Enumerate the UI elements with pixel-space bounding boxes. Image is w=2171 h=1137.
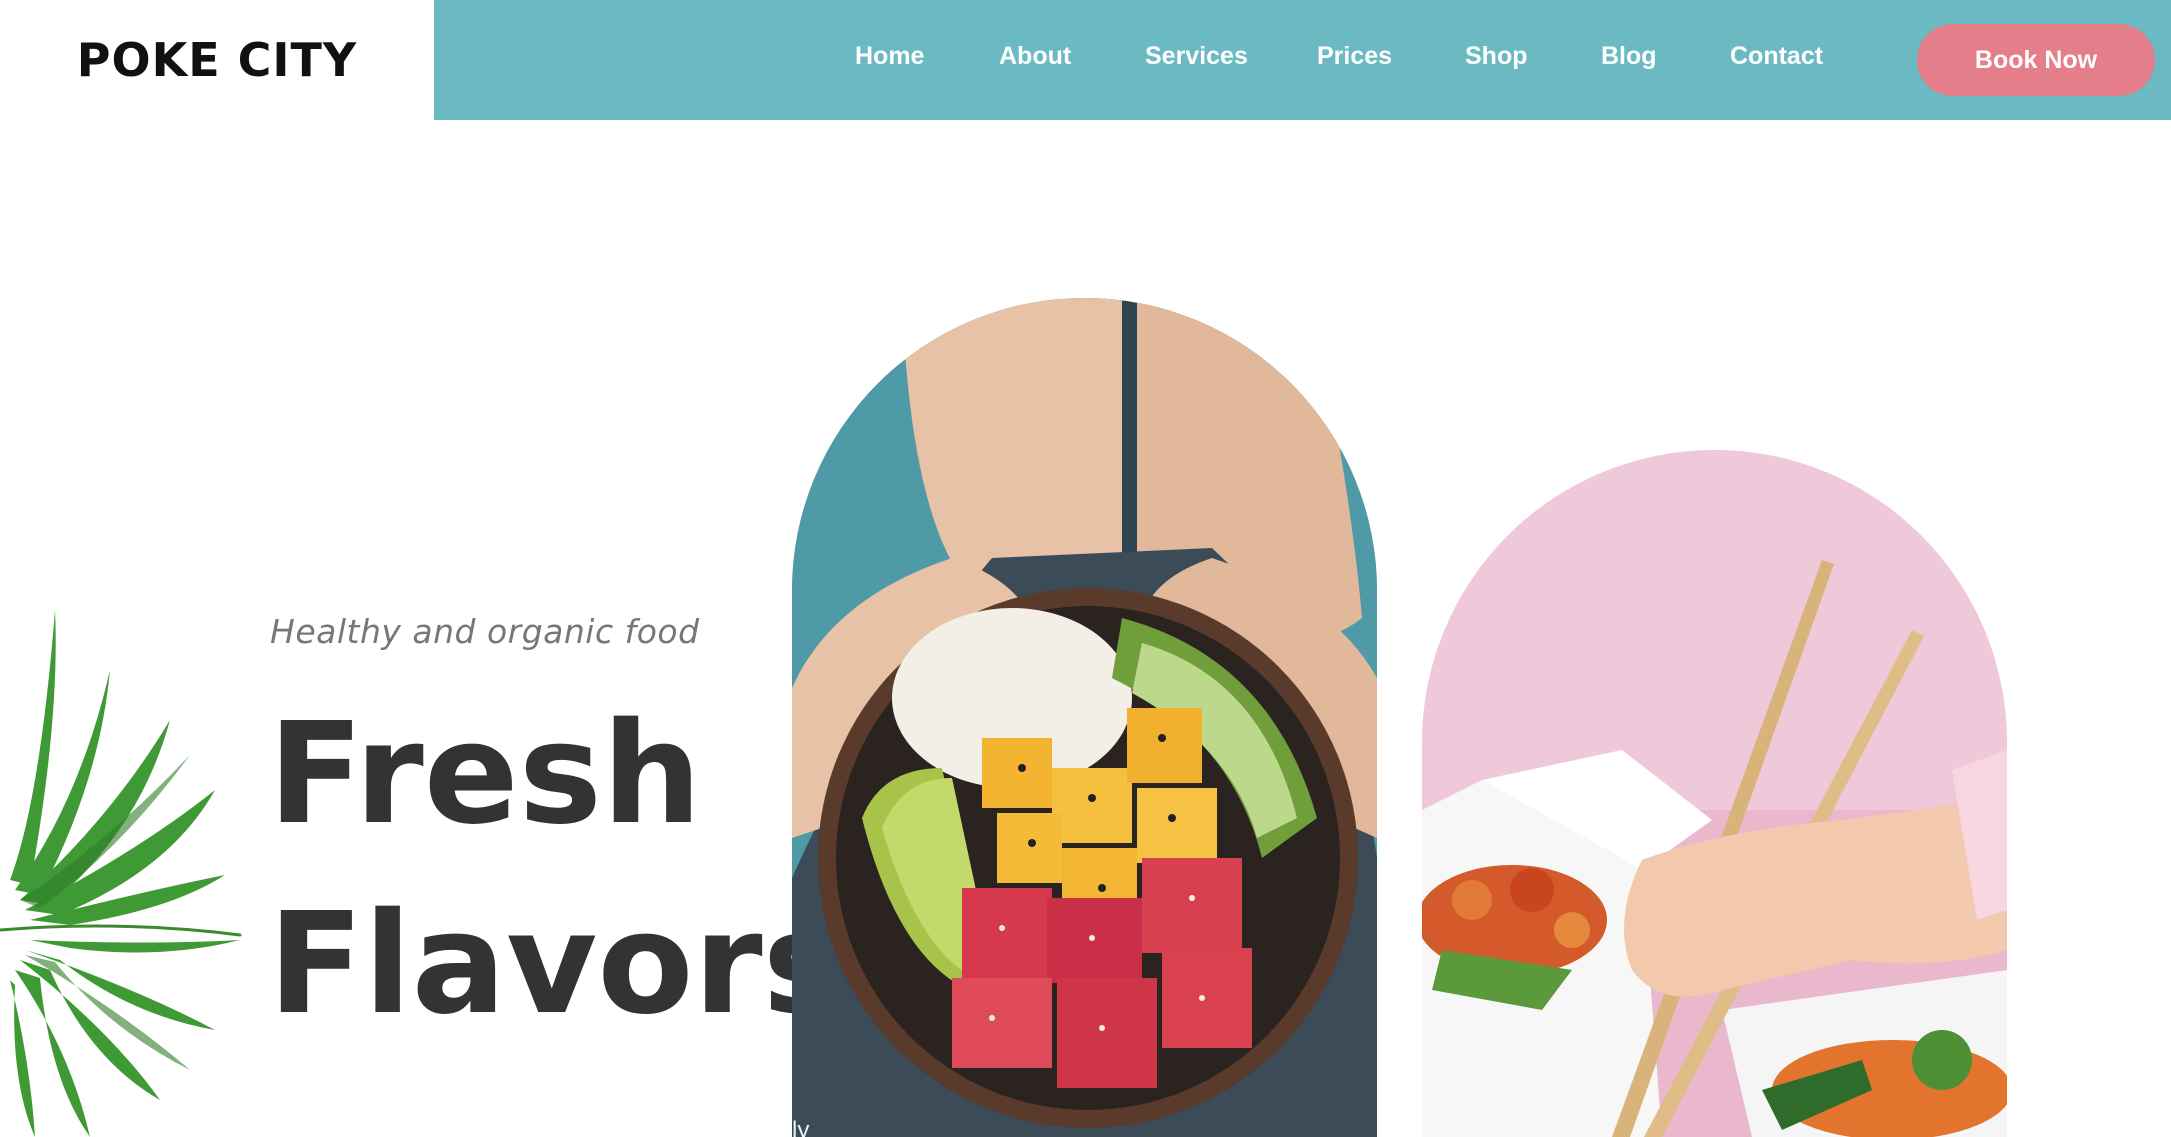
palm-leaf-decoration	[0, 610, 242, 1137]
site-header: POKE CITY Home About Services Prices Sho…	[0, 0, 2171, 120]
poke-bowl-image: ly	[792, 298, 1377, 1137]
nav-home[interactable]: Home	[855, 42, 924, 78]
hero-tagline: Healthy and organic food	[270, 612, 700, 651]
image-caption-fragment: ly	[792, 1117, 810, 1137]
chopsticks-takeout-image	[1422, 450, 2007, 1137]
book-now-button[interactable]: Book Now	[1917, 24, 2155, 96]
nav-prices[interactable]: Prices	[1317, 42, 1392, 78]
nav-shop[interactable]: Shop	[1465, 42, 1528, 78]
nav-blog[interactable]: Blog	[1601, 42, 1657, 78]
logo-area[interactable]: POKE CITY	[0, 0, 434, 120]
headline-line-2: Flavors	[268, 883, 846, 1046]
nav-services[interactable]: Services	[1145, 42, 1248, 78]
nav-contact[interactable]: Contact	[1730, 42, 1823, 78]
nav-about[interactable]: About	[999, 42, 1071, 78]
main-nav: Home About Services Prices Shop Blog Con…	[434, 0, 2171, 120]
hero-headline: Fresh Flavors	[268, 680, 846, 1060]
site-logo[interactable]: POKE CITY	[77, 33, 357, 87]
headline-line-1: Fresh	[268, 693, 702, 856]
page: POKE CITY Home About Services Prices Sho…	[0, 0, 2171, 1137]
